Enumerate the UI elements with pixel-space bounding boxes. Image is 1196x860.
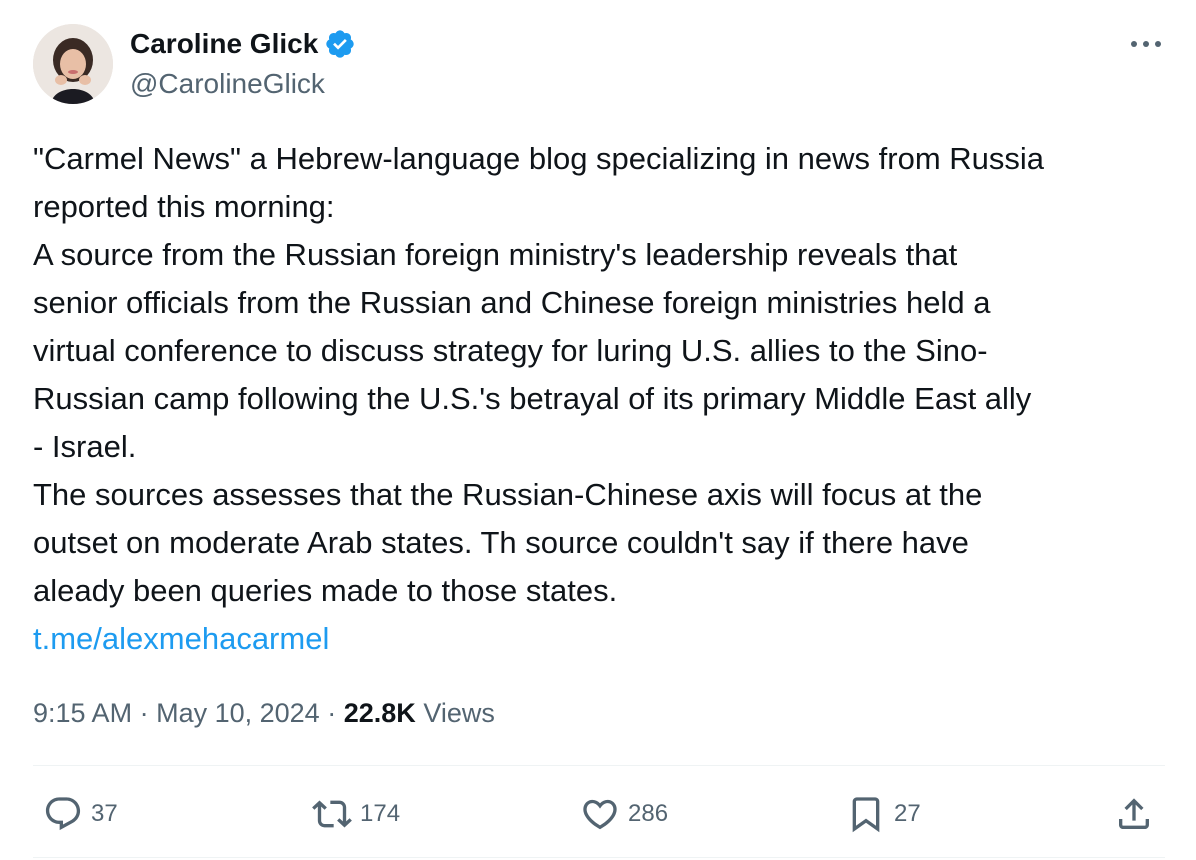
tweet-line: "Carmel News" a Hebrew-language blog spe… bbox=[33, 141, 1045, 176]
meta-separator: · bbox=[139, 698, 149, 728]
reply-count: 37 bbox=[91, 800, 118, 827]
like-button[interactable]: 286 bbox=[580, 791, 668, 837]
tweet-meta: 9:15 AM · May 10, 2024 · 22.8K Views bbox=[33, 693, 495, 733]
bookmark-button[interactable]: 27 bbox=[846, 791, 921, 837]
share-button[interactable] bbox=[1114, 791, 1154, 837]
reply-button[interactable]: 37 bbox=[43, 791, 118, 837]
verified-badge-icon[interactable] bbox=[324, 28, 356, 60]
display-name[interactable]: Caroline Glick bbox=[130, 26, 356, 62]
profile-photo-icon bbox=[33, 24, 113, 104]
tweet-line: Russian camp following the U.S.'s betray… bbox=[33, 381, 1032, 416]
tweet-line: senior officials from the Russian and Ch… bbox=[33, 285, 991, 320]
heart-icon bbox=[583, 799, 617, 830]
share-icon bbox=[1119, 798, 1149, 829]
avatar[interactable] bbox=[33, 24, 113, 104]
tweet-text: "Carmel News" a Hebrew-language blog spe… bbox=[33, 135, 1173, 663]
tweet-line: virtual conference to discuss strategy f… bbox=[33, 333, 988, 368]
reply-icon bbox=[45, 797, 81, 831]
like-count: 286 bbox=[628, 800, 669, 827]
repost-icon bbox=[312, 800, 352, 828]
tweet-line: aleady been queries made to those states… bbox=[33, 573, 618, 608]
tweet-line: The sources assesses that the Russian-Ch… bbox=[33, 477, 983, 512]
tweet-date[interactable]: May 10, 2024 bbox=[156, 698, 320, 728]
tweet-line: A source from the Russian foreign minist… bbox=[33, 237, 958, 272]
divider bbox=[33, 857, 1165, 858]
more-dots-icon bbox=[1131, 41, 1161, 47]
tweet-line: outset on moderate Arab states. Th sourc… bbox=[33, 525, 969, 560]
bookmark-count: 27 bbox=[894, 800, 921, 827]
divider bbox=[33, 765, 1165, 766]
more-options-button[interactable] bbox=[1124, 28, 1168, 60]
meta-separator: · bbox=[327, 698, 337, 728]
views-label: Views bbox=[423, 698, 495, 728]
views-count: 22.8K bbox=[343, 698, 416, 728]
tweet-time[interactable]: 9:15 AM bbox=[33, 698, 132, 728]
display-name-text[interactable]: Caroline Glick bbox=[130, 26, 318, 62]
tweet-line: reported this morning: bbox=[33, 189, 335, 224]
bookmark-icon bbox=[852, 797, 880, 833]
tweet-line: - Israel. bbox=[33, 429, 137, 464]
repost-button[interactable]: 174 bbox=[312, 791, 400, 837]
tweet-link[interactable]: t.me/alexmehacarmel bbox=[33, 621, 329, 656]
repost-count: 174 bbox=[360, 800, 401, 827]
handle[interactable]: @CarolineGlick bbox=[130, 66, 325, 102]
